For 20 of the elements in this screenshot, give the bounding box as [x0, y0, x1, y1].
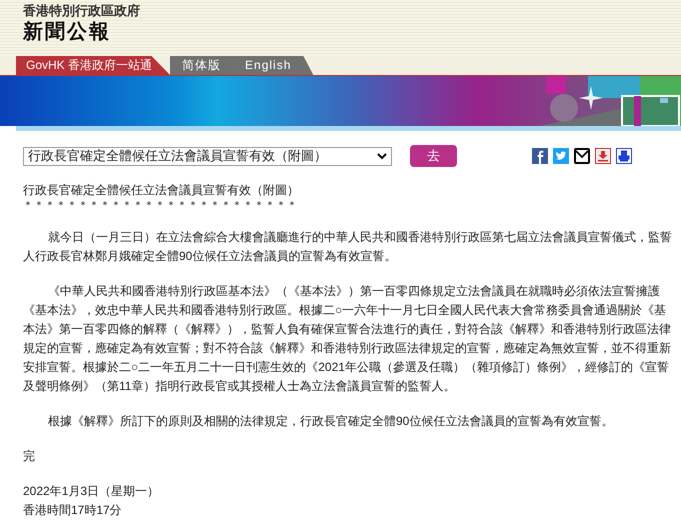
article-paragraph: 根據《解釋》所訂下的原則及相關的法律規定，行政長官確定全體90位候任立法會議員的宣誓為有效宣誓。 [47, 413, 614, 430]
bird-icon[interactable] [553, 148, 569, 164]
article-paragraph: 《中華人民共和國香港特別行政區基本法》（《基本法》）第一百零四條規定立法會議員在就職時必須依法宣誓擁護《基本法》，效忠中華人民共和國香港特別行政區。根據二○一六年十一月七日全國人民代表大會常務委員會通過關於《基本法》第一百零四條的解釋（《解釋》），監誓人負有確保宣誓合法進行的責任，對符合該《解釋》和香港特別行政區法律規定的宣誓，應確定為有效宣誓；對不符合該《解釋》和香港特別行政區法律規定的宣誓，應確定為無效宣誓，並不得重新安排宣誓。根據於二○二一年五月二十一日刊憲生效的《2021年公職（參選及任職）（雜項修訂）條例》，經修訂的《宣誓及聲明條例》（第11章）指明行政長官或其授權人士為立法會議員宣誓的監誓人。 [23, 283, 672, 395]
divider-stars: ＊＊＊＊＊＊＊＊＊＊＊＊＊＊＊＊＊＊＊＊＊＊＊＊＊ [23, 200, 299, 212]
facebook-icon[interactable] [532, 148, 548, 164]
language-link[interactable]: English [233, 56, 314, 75]
envelope-icon[interactable] [574, 148, 590, 164]
go-button[interactable]: 去 [410, 145, 457, 167]
department-name: 香港特別行政區政府 [23, 3, 141, 19]
article-title: 行政長官確定全體候任立法會議員宣誓有效（附圖） [23, 182, 300, 199]
download-icon[interactable] [595, 148, 611, 164]
chevron-icon [377, 152, 387, 160]
release-time: 香港時間17時17分 [23, 502, 123, 519]
site-title: 新聞公報 [23, 20, 112, 45]
article-paragraph: 就今日（一月三日）在立法會綜合大樓會議廳進行的中華人民共和國香港特別行政區第七屆立法會議員宣誓儀式，監誓人行政長官林鄭月娥確定全體90位候任立法會議員的宣誓為有效宣誓。 [23, 229, 673, 265]
end-mark: 完 [23, 448, 36, 465]
govhk-link[interactable]: GovHK 香港政府一站通 [16, 56, 170, 75]
article-select[interactable]: 行政長官確定全體候任立法會議員宣誓有效（附圖） [23, 146, 392, 166]
release-date: 2022年1月3日（星期一） [23, 483, 160, 500]
language-link[interactable]: 简体版 [170, 56, 234, 75]
